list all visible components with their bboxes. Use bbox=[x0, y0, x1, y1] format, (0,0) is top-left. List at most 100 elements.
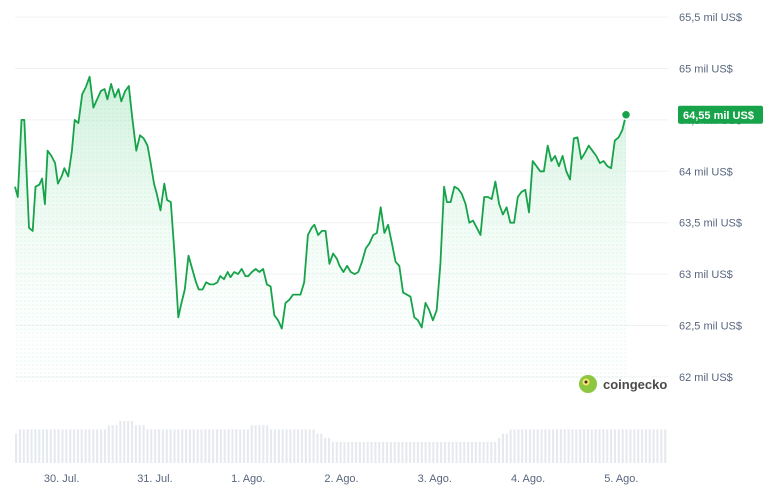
volume-bar bbox=[610, 429, 613, 463]
volume-bar bbox=[157, 429, 161, 463]
volume-bar bbox=[223, 429, 226, 463]
volume-bar bbox=[107, 425, 110, 463]
coingecko-logo: coingecko bbox=[579, 375, 667, 393]
volume-bar bbox=[420, 442, 423, 463]
volume-bar bbox=[598, 429, 601, 463]
volume-bar bbox=[130, 421, 134, 463]
volume-bar bbox=[69, 429, 72, 463]
volume-bar bbox=[351, 442, 354, 463]
volume-bar bbox=[80, 429, 83, 463]
volume-bar bbox=[648, 429, 651, 463]
current-price-point[interactable] bbox=[620, 109, 632, 121]
volume-bar bbox=[347, 442, 350, 463]
volume-bar bbox=[300, 429, 304, 463]
volume-bar bbox=[18, 429, 21, 463]
volume-bar bbox=[501, 433, 504, 463]
volume-bar bbox=[15, 433, 18, 463]
volume-bar bbox=[304, 429, 307, 463]
volume-bar bbox=[227, 429, 230, 463]
volume-bar bbox=[138, 425, 141, 463]
volume-bar bbox=[181, 429, 184, 463]
volume-bar bbox=[169, 429, 172, 463]
volume-bar bbox=[370, 442, 373, 463]
volume-bar bbox=[463, 442, 466, 463]
volume-bar bbox=[424, 442, 427, 463]
volume-bar bbox=[258, 425, 261, 463]
volume-bar bbox=[235, 429, 238, 463]
volume-bar bbox=[521, 429, 524, 463]
volume-bar bbox=[629, 429, 632, 463]
volume-bar bbox=[640, 429, 644, 463]
volume-bar bbox=[30, 429, 33, 463]
volume-bar bbox=[575, 429, 578, 463]
volume-bar bbox=[320, 433, 323, 463]
volume-bar bbox=[88, 429, 91, 463]
x-tick-label: 1. Ago. bbox=[231, 473, 265, 485]
x-tick-label: 31. Jul. bbox=[137, 473, 172, 485]
volume-bar bbox=[440, 442, 443, 463]
volume-bar bbox=[308, 429, 311, 463]
volume-bar bbox=[196, 429, 199, 463]
volume-bar bbox=[84, 429, 87, 463]
volume-bar bbox=[393, 442, 396, 463]
volume-bar bbox=[273, 429, 277, 463]
volume-bar bbox=[34, 429, 37, 463]
volume-bar bbox=[540, 429, 543, 463]
current-price-label: 64,55 mil US$ bbox=[683, 110, 754, 122]
volume-bar bbox=[254, 425, 257, 463]
volume-bar bbox=[432, 442, 435, 463]
volume-bar bbox=[428, 442, 431, 463]
volume-bar bbox=[486, 442, 489, 463]
volume-bar bbox=[204, 429, 207, 463]
volume-bar bbox=[262, 425, 265, 463]
volume-bar bbox=[536, 429, 539, 463]
volume-bar bbox=[103, 429, 106, 463]
volume-bar bbox=[335, 442, 338, 463]
volume-bar bbox=[127, 421, 130, 463]
volume-bar bbox=[165, 429, 168, 463]
y-tick-label: 62,5 mil US$ bbox=[679, 320, 742, 332]
volume-bar bbox=[602, 429, 605, 463]
volume-bars bbox=[15, 421, 667, 463]
volume-bar bbox=[111, 425, 114, 463]
volume-bar bbox=[134, 425, 137, 463]
volume-bar bbox=[200, 429, 203, 463]
volume-bar bbox=[513, 429, 516, 463]
volume-bar bbox=[312, 429, 315, 463]
volume-bar bbox=[250, 425, 253, 463]
volume-bar bbox=[586, 429, 589, 463]
volume-bar bbox=[76, 429, 79, 463]
volume-bar bbox=[185, 429, 188, 463]
volume-bar bbox=[324, 437, 327, 463]
volume-bar bbox=[146, 429, 149, 463]
volume-bar bbox=[555, 429, 559, 463]
volume-bar bbox=[242, 429, 246, 463]
volume-bar bbox=[621, 429, 624, 463]
volume-bar bbox=[412, 442, 416, 463]
volume-bar bbox=[96, 429, 99, 463]
volume-bar bbox=[571, 429, 574, 463]
x-tick-label: 2. Ago. bbox=[324, 473, 358, 485]
y-tick-label: 62 mil US$ bbox=[679, 372, 733, 384]
y-tick-label: 65 mil US$ bbox=[679, 64, 733, 76]
volume-bar bbox=[617, 429, 620, 463]
volume-bar bbox=[142, 425, 145, 463]
volume-bar bbox=[544, 429, 547, 463]
volume-bar bbox=[482, 442, 485, 463]
x-tick-label: 5. Ago. bbox=[604, 473, 638, 485]
volume-bar bbox=[509, 429, 512, 463]
volume-bar bbox=[625, 429, 628, 463]
volume-bar bbox=[559, 429, 562, 463]
volume-bar bbox=[343, 442, 346, 463]
volume-bar bbox=[161, 429, 164, 463]
volume-bar bbox=[385, 442, 389, 463]
volume-bar bbox=[115, 425, 118, 463]
volume-bar bbox=[664, 429, 667, 463]
volume-bar bbox=[590, 429, 593, 463]
volume-bar bbox=[517, 429, 520, 463]
volume-bar bbox=[613, 429, 617, 463]
y-tick-label: 63 mil US$ bbox=[679, 269, 733, 281]
volume-bar bbox=[339, 442, 342, 463]
volume-bar bbox=[505, 433, 508, 463]
volume-bar bbox=[532, 429, 535, 463]
